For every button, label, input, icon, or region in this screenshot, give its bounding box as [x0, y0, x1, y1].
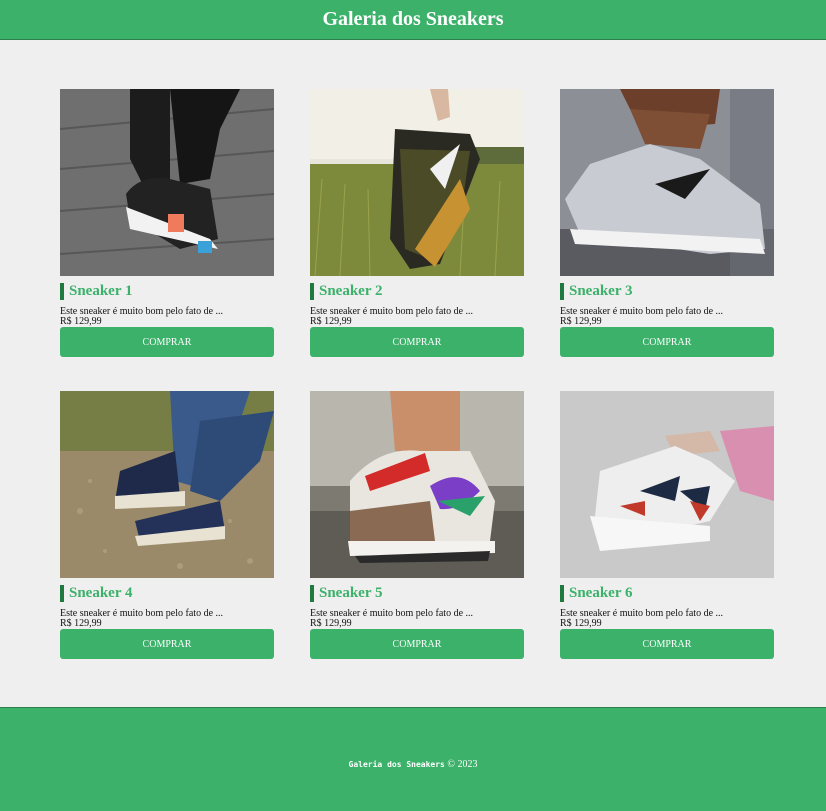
product-price: R$ 129,99	[60, 316, 102, 327]
product-card: Sneaker 6 Este sneaker é muito bom pelo …	[560, 391, 774, 660]
product-image[interactable]	[310, 89, 524, 276]
buy-button[interactable]: COMPRAR	[310, 629, 524, 659]
product-card: Sneaker 1 Este sneaker é muito bom pelo …	[60, 89, 274, 358]
page-title: Galeria dos Sneakers	[322, 8, 504, 30]
product-card: Sneaker 3 Este sneaker é muito bom pelo …	[560, 89, 774, 358]
buy-button[interactable]: COMPRAR	[560, 629, 774, 659]
product-grid: Sneaker 1 Este sneaker é muito bom pelo …	[60, 89, 774, 660]
product-title[interactable]: Sneaker 2	[310, 283, 524, 300]
product-image[interactable]	[310, 391, 524, 578]
product-price: R$ 129,99	[310, 316, 352, 327]
product-title[interactable]: Sneaker 5	[310, 585, 524, 602]
footer-brand: Galeria dos Sneakers	[348, 760, 445, 769]
product-title[interactable]: Sneaker 3	[560, 283, 774, 300]
product-price: R$ 129,99	[560, 618, 602, 629]
footer-text: Galeria dos Sneakers © 2023	[0, 759, 826, 770]
product-image[interactable]	[560, 89, 774, 276]
product-price: R$ 129,99	[310, 618, 352, 629]
product-title[interactable]: Sneaker 6	[560, 585, 774, 602]
buy-button[interactable]: COMPRAR	[60, 629, 274, 659]
site-footer: Galeria dos Sneakers © 2023	[0, 707, 826, 811]
product-card: Sneaker 2 Este sneaker é muito bom pelo …	[310, 89, 524, 358]
product-image[interactable]	[560, 391, 774, 578]
buy-button[interactable]: COMPRAR	[310, 327, 524, 357]
product-price: R$ 129,99	[60, 618, 102, 629]
product-card: Sneaker 5 Este sneaker é muito bom pelo …	[310, 391, 524, 660]
site-header: Galeria dos Sneakers	[0, 0, 826, 40]
product-title[interactable]: Sneaker 1	[60, 283, 274, 300]
buy-button[interactable]: COMPRAR	[560, 327, 774, 357]
buy-button[interactable]: COMPRAR	[60, 327, 274, 357]
product-title[interactable]: Sneaker 4	[60, 585, 274, 602]
product-card: Sneaker 4 Este sneaker é muito bom pelo …	[60, 391, 274, 660]
product-image[interactable]	[60, 89, 274, 276]
product-image[interactable]	[60, 391, 274, 578]
product-price: R$ 129,99	[560, 316, 602, 327]
footer-copyright: © 2023	[447, 759, 478, 770]
